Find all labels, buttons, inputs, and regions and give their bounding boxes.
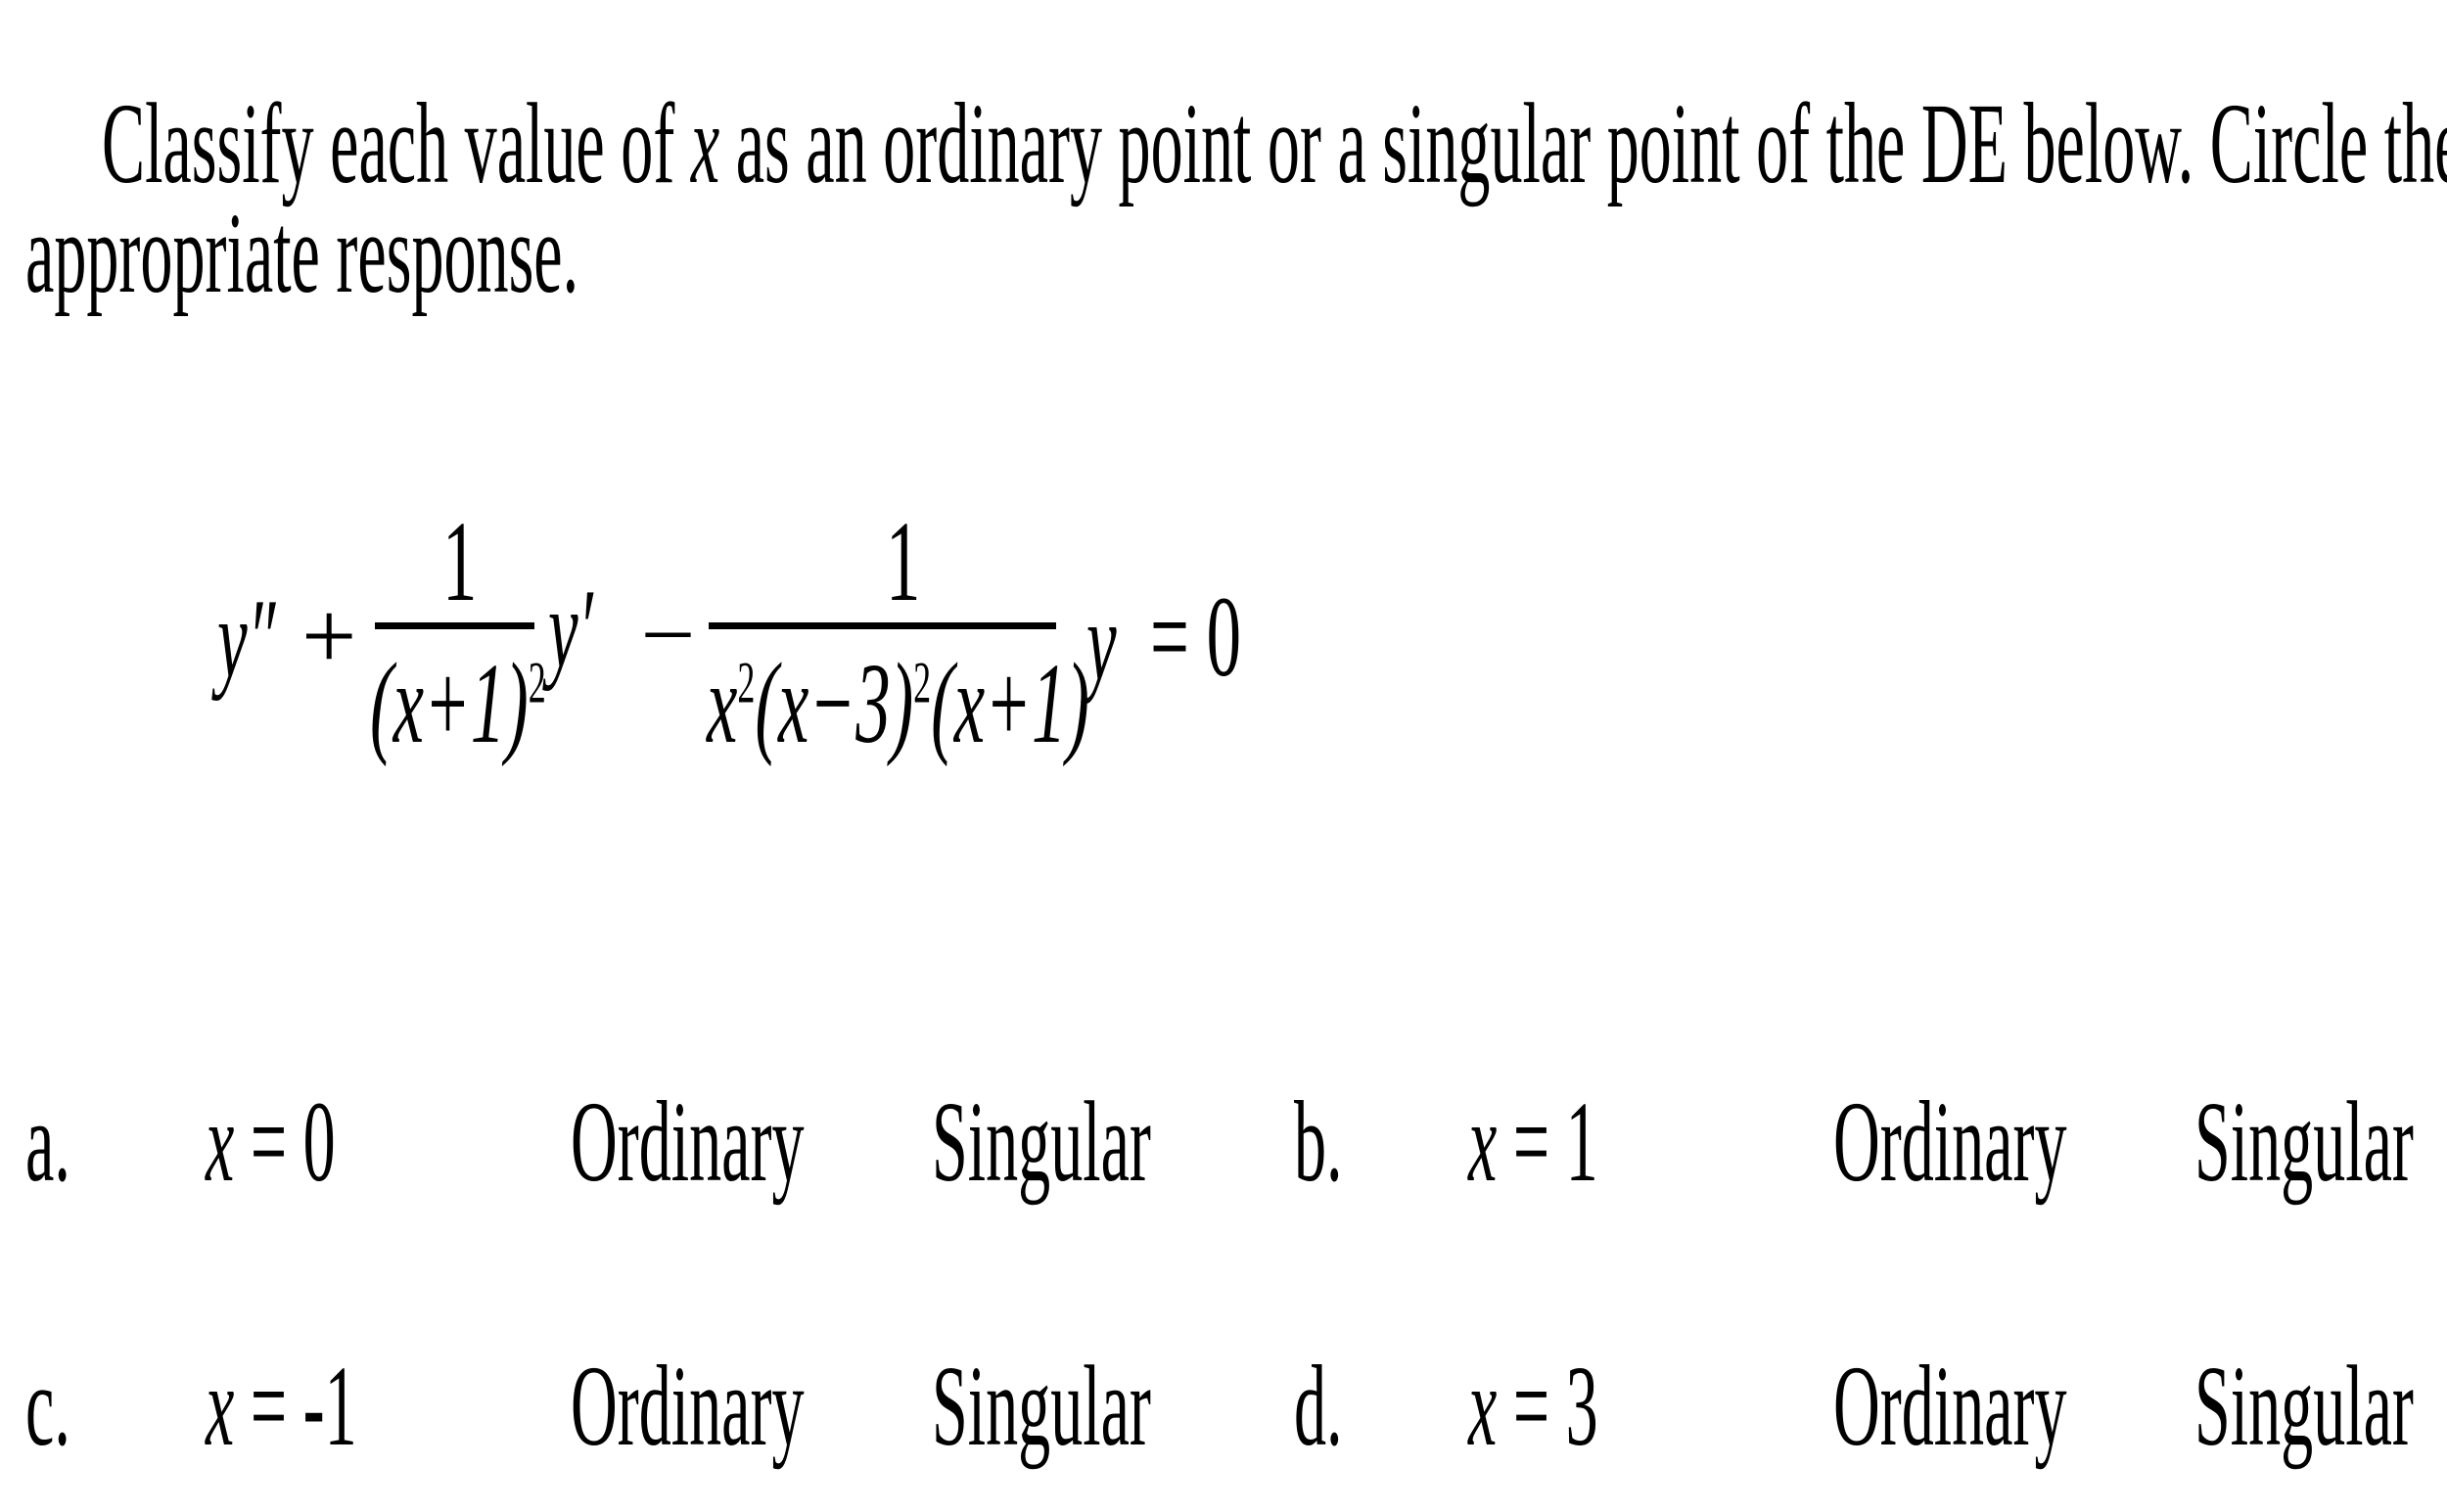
- frac1-den-base: (x+1): [370, 639, 529, 767]
- eq-plus: +: [301, 581, 357, 690]
- option-singular[interactable]: Singular: [932, 1084, 1151, 1200]
- frac2-den-x: x: [707, 639, 738, 767]
- item-var: x: [1468, 1077, 1498, 1206]
- item-value-text: = -1: [234, 1342, 357, 1470]
- option-ordinary[interactable]: Ordinary: [1833, 1084, 2067, 1200]
- item-label: a.: [25, 1077, 70, 1206]
- item-value: x = 0: [206, 1084, 336, 1200]
- question-line-2: appropriate response.: [25, 189, 579, 317]
- option-ordinary[interactable]: Ordinary: [571, 1084, 805, 1200]
- option-ordinary[interactable]: Ordinary: [571, 1349, 805, 1464]
- frac1-denominator: (x+1)2: [370, 646, 546, 761]
- item-value-text: = 3: [1497, 1342, 1598, 1470]
- eq-y-double-prime: y″: [217, 576, 276, 701]
- item-var: x: [206, 1342, 235, 1470]
- item-label: b.: [1294, 1077, 1343, 1206]
- frac2-bar: [709, 622, 1056, 629]
- question-variable: x: [690, 79, 720, 207]
- item-var: x: [1468, 1342, 1498, 1470]
- frac2-denominator: x2(x−3)2(x+1): [707, 646, 1089, 761]
- question-line-1: Classify each value of x as an ordinary …: [102, 86, 2447, 202]
- frac2-den-x-plus-1: (x+1): [931, 639, 1089, 767]
- frac1-bar: [375, 622, 534, 629]
- frac2-den-x-minus-3: (x−3): [755, 639, 914, 767]
- eq-y: y: [1086, 579, 1117, 704]
- frac2-numerator: 1: [886, 497, 921, 625]
- item-label: c.: [25, 1342, 70, 1470]
- frac1-den-exponent: 2: [528, 650, 546, 715]
- frac2-den-x-exponent: 2: [737, 650, 756, 715]
- frac2-den-x-minus-3-exponent: 2: [913, 650, 932, 715]
- item-value: x = -1: [206, 1349, 357, 1464]
- option-ordinary[interactable]: Ordinary: [1833, 1349, 2067, 1464]
- item-value-text: = 1: [1497, 1077, 1598, 1206]
- item-value-text: = 0: [234, 1077, 336, 1206]
- item-var: x: [206, 1077, 235, 1206]
- item-value: x = 1: [1468, 1084, 1598, 1200]
- option-singular[interactable]: Singular: [2194, 1084, 2414, 1200]
- eq-equals-zero: = 0: [1150, 573, 1242, 701]
- item-label: d.: [1294, 1342, 1343, 1470]
- frac1-numerator: 1: [442, 497, 478, 625]
- option-singular[interactable]: Singular: [932, 1349, 1151, 1464]
- option-singular[interactable]: Singular: [2194, 1349, 2414, 1464]
- question-suffix: as an ordinary point or a singular point…: [719, 79, 2447, 207]
- item-value: x = 3: [1468, 1349, 1598, 1464]
- eq-y-prime: y′: [548, 567, 593, 691]
- eq-minus: –: [646, 578, 690, 675]
